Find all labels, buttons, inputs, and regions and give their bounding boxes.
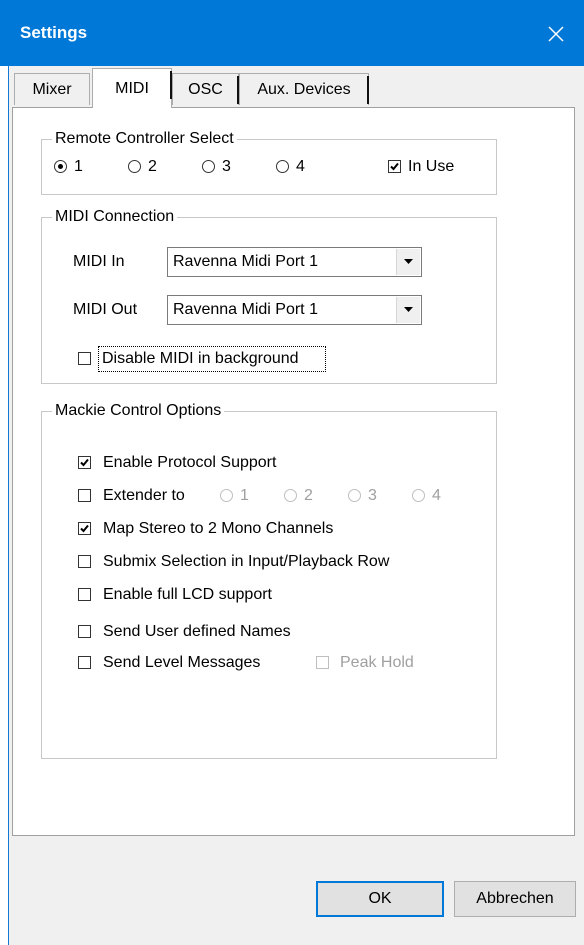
tab-label: MIDI bbox=[115, 79, 149, 97]
in-use-label: In Use bbox=[408, 158, 455, 175]
midi-out-value: Ravenna Midi Port 1 bbox=[173, 301, 318, 318]
extender-radio-2 bbox=[284, 489, 297, 502]
mackie-control-group: Mackie Control Options Enable Protocol S… bbox=[41, 401, 497, 759]
remote-radio-3[interactable] bbox=[202, 160, 215, 173]
send-user-names-checkbox[interactable] bbox=[78, 625, 91, 638]
enable-protocol-label: Enable Protocol Support bbox=[103, 454, 277, 471]
submix-selection-label: Submix Selection in Input/Playback Row bbox=[103, 553, 390, 570]
midi-in-value: Ravenna Midi Port 1 bbox=[173, 253, 318, 270]
midi-in-label: MIDI In bbox=[73, 253, 125, 270]
midi-connection-legend: MIDI Connection bbox=[52, 207, 178, 227]
send-user-names-label: Send User defined Names bbox=[103, 623, 291, 640]
remote-radio-1[interactable] bbox=[54, 160, 67, 173]
remote-radio-2-label: 2 bbox=[148, 158, 157, 175]
tab-mixer[interactable]: Mixer bbox=[14, 73, 90, 105]
submix-selection-checkbox[interactable] bbox=[78, 555, 91, 568]
in-use-checkbox[interactable] bbox=[388, 160, 401, 173]
midi-in-select[interactable]: Ravenna Midi Port 1 bbox=[167, 247, 422, 277]
checkmark-icon bbox=[390, 162, 399, 171]
extender-radio-1-label: 1 bbox=[240, 487, 249, 504]
send-level-messages-checkbox[interactable] bbox=[78, 656, 91, 669]
midi-out-select[interactable]: Ravenna Midi Port 1 bbox=[167, 295, 422, 325]
midi-tab-panel: Remote Controller Select 1 2 3 4 In Use … bbox=[12, 107, 575, 836]
tab-label: Aux. Devices bbox=[257, 80, 351, 98]
ok-button[interactable]: OK bbox=[316, 881, 444, 917]
extender-radio-3 bbox=[348, 489, 361, 502]
checkmark-icon bbox=[80, 458, 89, 467]
window-title: Settings bbox=[20, 23, 88, 42]
cancel-button-label: Abbrechen bbox=[476, 890, 554, 907]
tab-aux-devices[interactable]: Aux. Devices bbox=[239, 73, 369, 105]
dialog-body: Mixer MIDI OSC Aux. Devices Remote Contr… bbox=[8, 66, 584, 945]
tab-osc[interactable]: OSC bbox=[172, 73, 239, 105]
chevron-down-icon bbox=[404, 307, 413, 312]
remote-radio-3-label: 3 bbox=[222, 158, 231, 175]
checkmark-icon bbox=[80, 524, 89, 533]
close-button[interactable] bbox=[528, 12, 584, 56]
disable-midi-background-label: Disable MIDI in background bbox=[102, 350, 299, 367]
title-bar: Settings bbox=[0, 0, 584, 66]
extender-radio-4-label: 4 bbox=[432, 487, 441, 504]
tab-label: Mixer bbox=[32, 80, 72, 98]
enable-protocol-checkbox[interactable] bbox=[78, 456, 91, 469]
remote-radio-4[interactable] bbox=[276, 160, 289, 173]
remote-controller-legend: Remote Controller Select bbox=[52, 129, 237, 149]
settings-window: Settings Mixer MIDI OSC Aux. Devices Rem… bbox=[0, 0, 584, 945]
peak-hold-checkbox bbox=[316, 656, 329, 669]
map-stereo-label: Map Stereo to 2 Mono Channels bbox=[103, 520, 334, 537]
midi-connection-group: MIDI Connection MIDI In Ravenna Midi Por… bbox=[41, 207, 497, 384]
ok-button-label: OK bbox=[368, 890, 392, 907]
remote-controller-group: Remote Controller Select 1 2 3 4 In Use bbox=[41, 129, 497, 195]
peak-hold-label: Peak Hold bbox=[340, 654, 414, 671]
extender-checkbox[interactable] bbox=[78, 489, 91, 502]
full-lcd-checkbox[interactable] bbox=[78, 588, 91, 601]
mackie-control-legend: Mackie Control Options bbox=[52, 401, 225, 421]
disable-midi-background-checkbox[interactable] bbox=[78, 352, 91, 365]
chevron-down-icon bbox=[404, 259, 413, 264]
tab-label: OSC bbox=[188, 80, 223, 98]
remote-radio-4-label: 4 bbox=[296, 158, 305, 175]
extender-radio-2-label: 2 bbox=[304, 487, 313, 504]
midi-out-label: MIDI Out bbox=[73, 301, 138, 318]
extender-label: Extender to bbox=[103, 487, 185, 504]
map-stereo-checkbox[interactable] bbox=[78, 522, 91, 535]
extender-radio-1 bbox=[220, 489, 233, 502]
midi-out-dropdown-button[interactable] bbox=[396, 297, 420, 323]
send-level-messages-label: Send Level Messages bbox=[103, 654, 261, 671]
cancel-button[interactable]: Abbrechen bbox=[454, 881, 576, 917]
midi-in-dropdown-button[interactable] bbox=[396, 249, 420, 275]
extender-radio-3-label: 3 bbox=[368, 487, 377, 504]
close-icon bbox=[548, 26, 564, 42]
extender-radio-4 bbox=[412, 489, 425, 502]
full-lcd-label: Enable full LCD support bbox=[103, 586, 272, 603]
remote-radio-2[interactable] bbox=[128, 160, 141, 173]
remote-radio-1-label: 1 bbox=[74, 158, 83, 175]
tab-midi[interactable]: MIDI bbox=[92, 68, 172, 108]
